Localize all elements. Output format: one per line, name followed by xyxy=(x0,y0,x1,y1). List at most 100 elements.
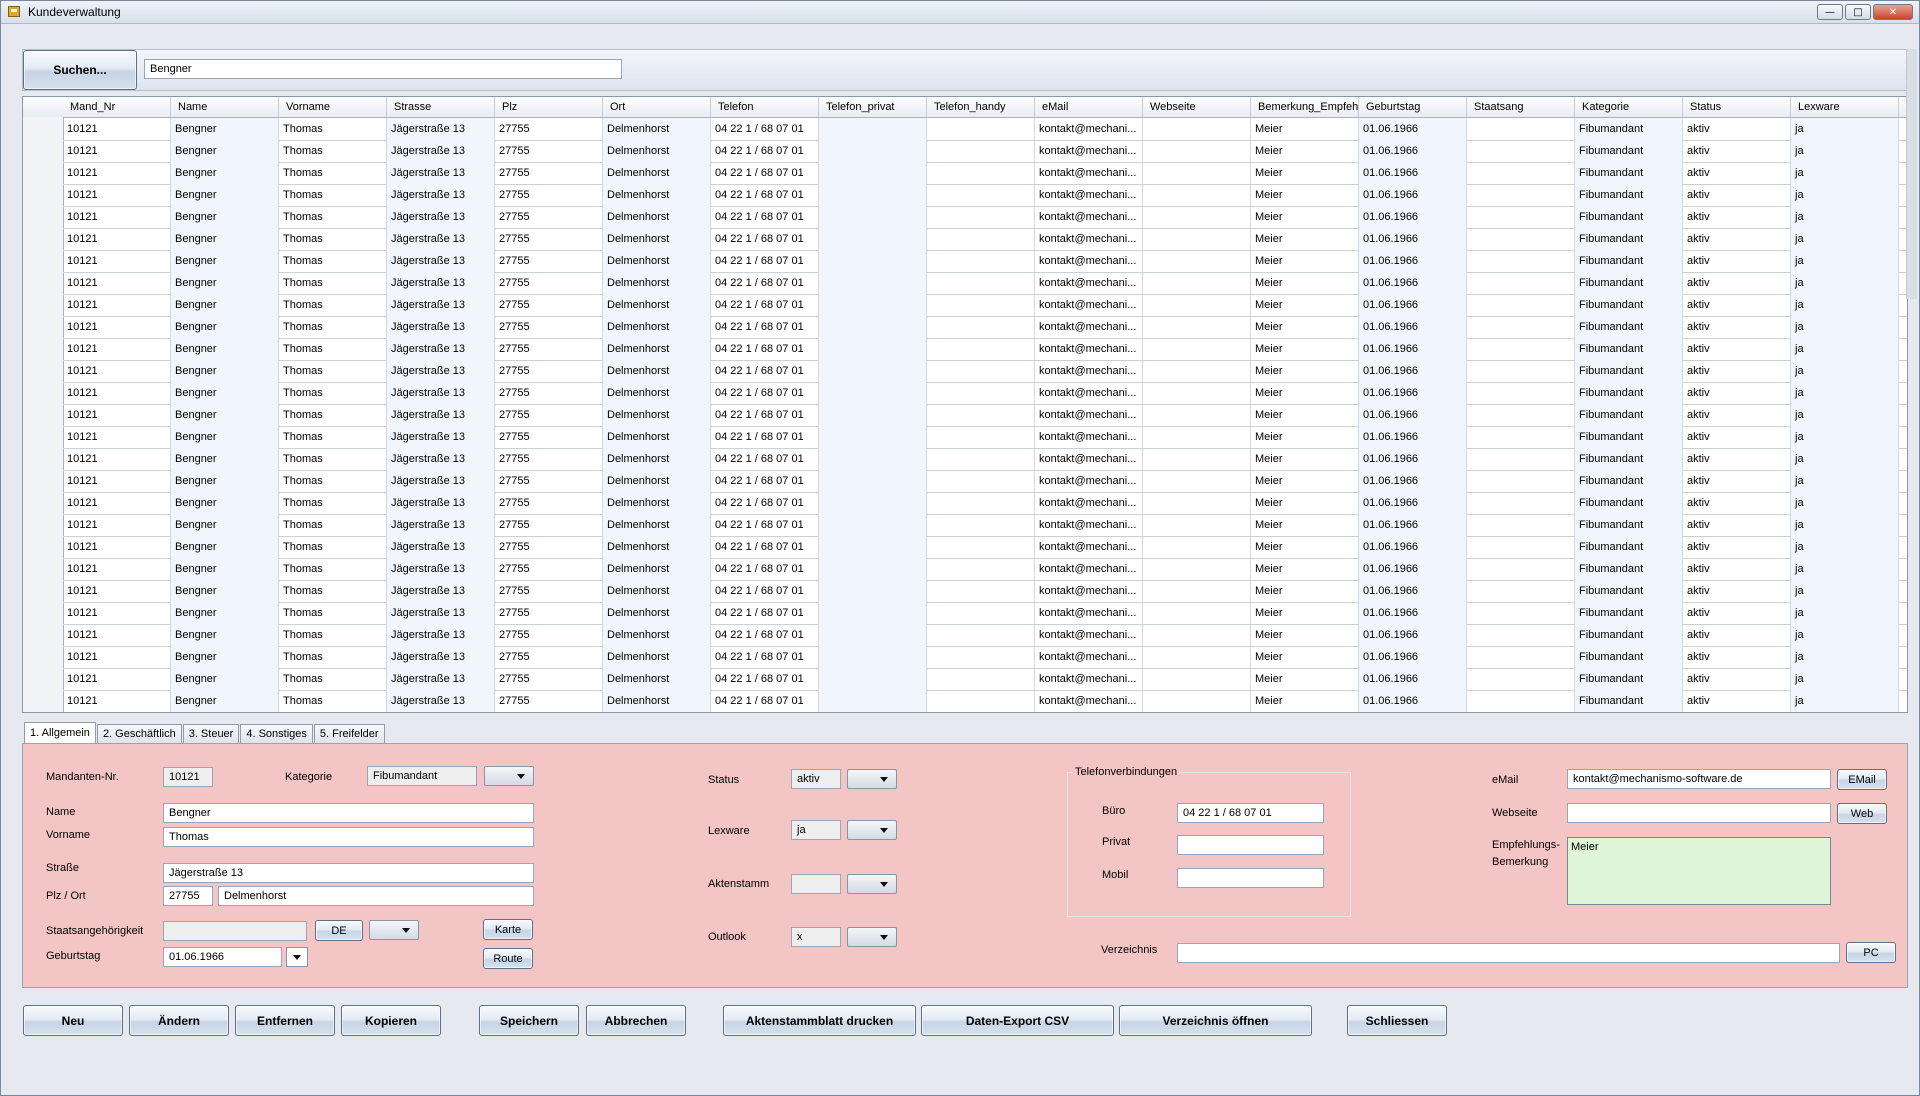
table-cell[interactable]: 10121 xyxy=(63,492,171,514)
table-cell[interactable] xyxy=(1467,580,1575,602)
table-cell[interactable]: Delmenhorst xyxy=(603,140,711,162)
table-cell[interactable]: Thomas xyxy=(279,690,387,712)
table-cell[interactable] xyxy=(927,272,1035,294)
table-cell[interactable]: 04 22 1 / 68 07 01 xyxy=(711,228,819,250)
table-cell[interactable] xyxy=(1143,250,1251,272)
table-cell[interactable] xyxy=(819,294,927,316)
table-cell[interactable]: 04 22 1 / 68 07 01 xyxy=(711,470,819,492)
table-cell[interactable]: ja xyxy=(1791,646,1899,668)
lexware-field[interactable]: ja xyxy=(791,820,841,840)
table-cell[interactable]: kontakt@mechani... xyxy=(1035,316,1143,338)
table-cell[interactable]: 01.06.1966 xyxy=(1359,536,1467,558)
search-button[interactable]: Suchen... xyxy=(23,50,137,90)
table-cell[interactable]: 01.06.1966 xyxy=(1359,492,1467,514)
table-cell[interactable]: aktiv xyxy=(1683,536,1791,558)
table-cell[interactable] xyxy=(1467,404,1575,426)
table-cell[interactable]: 27755 xyxy=(495,206,603,228)
table-cell[interactable]: Delmenhorst xyxy=(603,690,711,712)
table-cell[interactable]: 27755 xyxy=(495,536,603,558)
table-cell[interactable] xyxy=(1467,426,1575,448)
table-cell[interactable]: Jägerstraße 13 xyxy=(387,228,495,250)
table-cell[interactable]: 27755 xyxy=(495,470,603,492)
table-cell[interactable] xyxy=(819,118,927,140)
table-cell[interactable]: ja xyxy=(1791,558,1899,580)
table-cell[interactable]: 27755 xyxy=(495,448,603,470)
table-cell[interactable]: 01.06.1966 xyxy=(1359,514,1467,536)
table-cell[interactable]: Fibumandant xyxy=(1575,294,1683,316)
table-cell[interactable]: Fibumandant xyxy=(1575,580,1683,602)
table-cell[interactable] xyxy=(1143,118,1251,140)
email-field[interactable]: kontakt@mechanismo-software.de xyxy=(1567,769,1831,789)
column-header[interactable]: Status xyxy=(1683,97,1791,117)
table-cell[interactable]: Bengner xyxy=(171,624,279,646)
column-header[interactable]: Staatsang xyxy=(1467,97,1575,117)
table-cell[interactable]: Bengner xyxy=(171,294,279,316)
table-cell[interactable] xyxy=(1467,360,1575,382)
table-cell[interactable]: Bengner xyxy=(171,316,279,338)
name-field[interactable]: Bengner xyxy=(163,803,534,823)
table-row[interactable]: 10121 Bengner Thomas Jägerstraße 13 27755 Del… xyxy=(63,118,1907,141)
table-cell[interactable]: 04 22 1 / 68 07 01 xyxy=(711,404,819,426)
tab-allgemein[interactable]: 1. Allgemein xyxy=(24,722,96,743)
table-cell[interactable]: Meier xyxy=(1251,646,1359,668)
table-cell[interactable]: 01.06.1966 xyxy=(1359,316,1467,338)
table-cell[interactable]: 10121 xyxy=(63,338,171,360)
table-cell[interactable]: Fibumandant xyxy=(1575,206,1683,228)
table-cell[interactable]: Jägerstraße 13 xyxy=(387,558,495,580)
table-cell[interactable]: Bengner xyxy=(171,228,279,250)
column-header[interactable]: Mand_Nr xyxy=(63,97,171,117)
column-header[interactable]: Telefon_handy xyxy=(927,97,1035,117)
table-cell[interactable]: aktiv xyxy=(1683,580,1791,602)
email-button[interactable]: EMail xyxy=(1837,769,1887,790)
table-cell[interactable]: 10121 xyxy=(63,602,171,624)
table-cell[interactable]: kontakt@mechani... xyxy=(1035,668,1143,690)
tab-freifelder[interactable]: 5. Freifelder xyxy=(313,724,385,743)
table-row[interactable]: 10121 Bengner Thomas Jägerstraße 13 27755 Del… xyxy=(63,206,1907,229)
table-cell[interactable] xyxy=(1467,646,1575,668)
table-cell[interactable]: Fibumandant xyxy=(1575,492,1683,514)
table-cell[interactable] xyxy=(1143,536,1251,558)
table-cell[interactable] xyxy=(1143,558,1251,580)
table-cell[interactable] xyxy=(927,668,1035,690)
table-cell[interactable] xyxy=(819,448,927,470)
column-header[interactable]: Webseite xyxy=(1143,97,1251,117)
table-cell[interactable]: Jägerstraße 13 xyxy=(387,360,495,382)
table-cell[interactable] xyxy=(1467,668,1575,690)
table-cell[interactable]: Fibumandant xyxy=(1575,404,1683,426)
kategorie-field[interactable]: Fibumandant xyxy=(367,766,477,786)
table-cell[interactable]: 10121 xyxy=(63,118,171,140)
table-cell[interactable] xyxy=(1467,470,1575,492)
table-cell[interactable]: aktiv xyxy=(1683,448,1791,470)
table-cell[interactable] xyxy=(1143,404,1251,426)
status-dropdown[interactable] xyxy=(847,769,897,789)
table-cell[interactable]: aktiv xyxy=(1683,668,1791,690)
table-cell[interactable]: Bengner xyxy=(171,580,279,602)
table-cell[interactable]: 01.06.1966 xyxy=(1359,360,1467,382)
table-cell[interactable]: 01.06.1966 xyxy=(1359,162,1467,184)
table-cell[interactable]: Jägerstraße 13 xyxy=(387,118,495,140)
table-cell[interactable]: ja xyxy=(1791,404,1899,426)
table-cell[interactable]: Jägerstraße 13 xyxy=(387,580,495,602)
table-cell[interactable]: Thomas xyxy=(279,624,387,646)
table-cell[interactable]: Meier xyxy=(1251,316,1359,338)
table-cell[interactable]: kontakt@mechani... xyxy=(1035,492,1143,514)
table-cell[interactable]: 27755 xyxy=(495,250,603,272)
table-row[interactable]: 10121 Bengner Thomas Jägerstraße 13 27755 Del… xyxy=(63,558,1907,581)
search-input[interactable]: Bengner xyxy=(144,59,622,79)
table-cell[interactable]: aktiv xyxy=(1683,492,1791,514)
table-cell[interactable]: kontakt@mechani... xyxy=(1035,162,1143,184)
table-cell[interactable]: Meier xyxy=(1251,228,1359,250)
table-cell[interactable]: 04 22 1 / 68 07 01 xyxy=(711,382,819,404)
vorname-field[interactable]: Thomas xyxy=(163,827,534,847)
table-cell[interactable]: Bengner xyxy=(171,140,279,162)
table-cell[interactable]: 10121 xyxy=(63,360,171,382)
table-cell[interactable]: Thomas xyxy=(279,316,387,338)
table-cell[interactable]: Thomas xyxy=(279,646,387,668)
table-cell[interactable]: 27755 xyxy=(495,316,603,338)
table-cell[interactable]: 04 22 1 / 68 07 01 xyxy=(711,250,819,272)
table-row[interactable]: 10121 Bengner Thomas Jägerstraße 13 27755 Del… xyxy=(63,316,1907,339)
table-cell[interactable]: 27755 xyxy=(495,602,603,624)
table-cell[interactable]: 04 22 1 / 68 07 01 xyxy=(711,184,819,206)
table-cell[interactable]: 27755 xyxy=(495,426,603,448)
table-cell[interactable] xyxy=(819,404,927,426)
